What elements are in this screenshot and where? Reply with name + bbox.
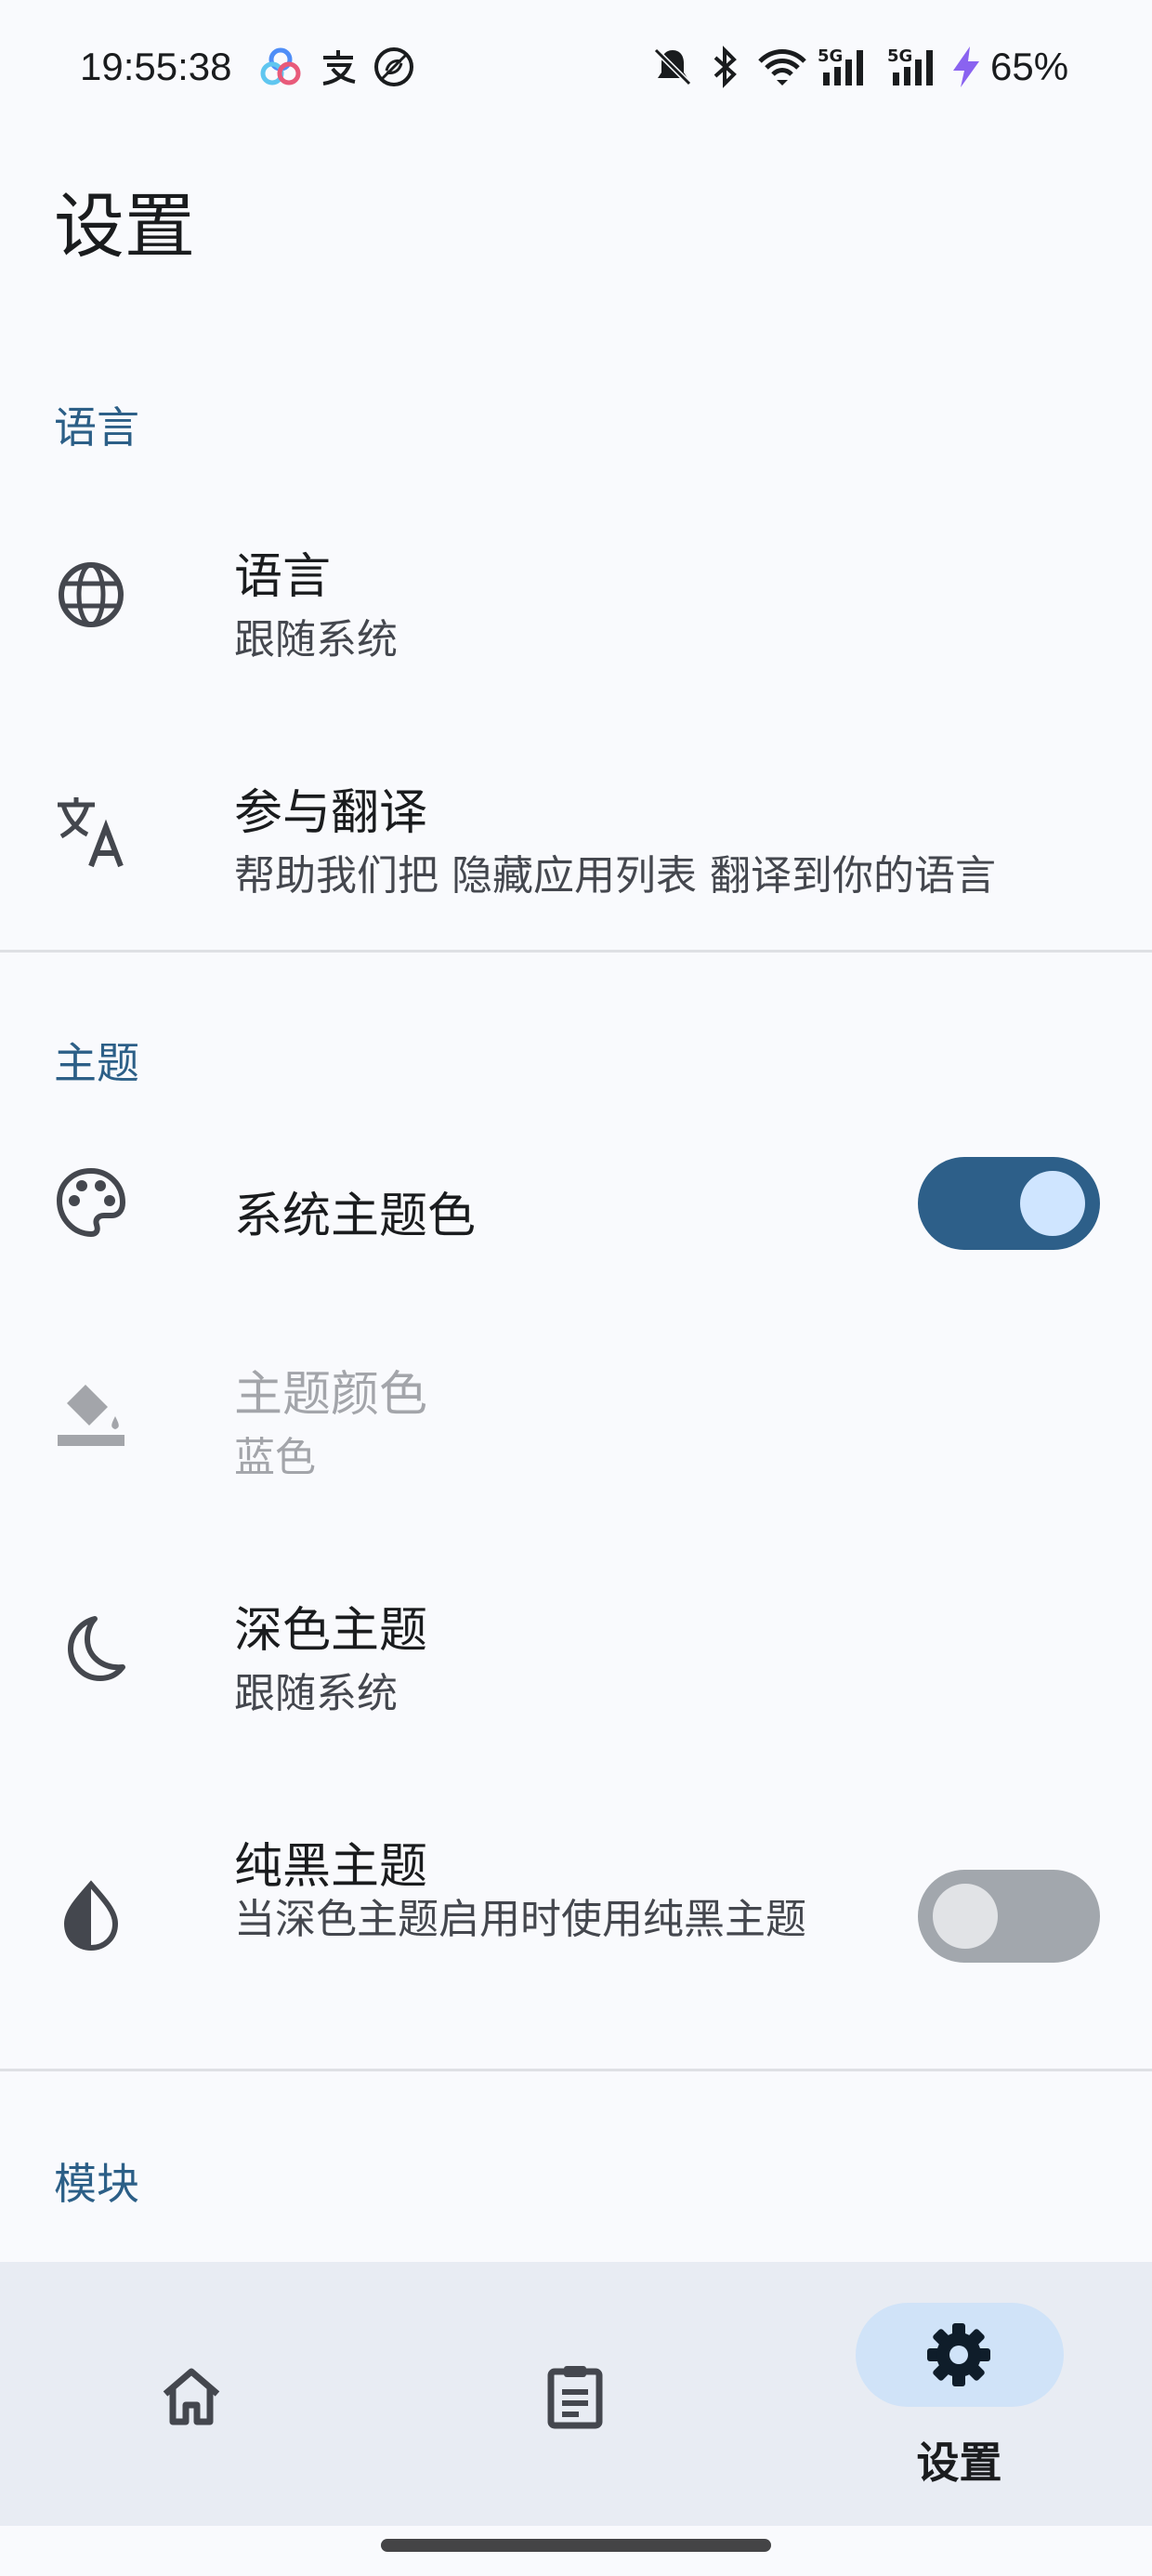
divider bbox=[0, 950, 1152, 953]
clipboard-icon bbox=[547, 2366, 603, 2429]
setting-system-theme-color[interactable]: 系统主题色 bbox=[0, 1134, 1152, 1273]
setting-subtitle: 帮助我们把 隐藏应用列表 翻译到你的语言 bbox=[234, 852, 996, 900]
setting-dark-theme[interactable]: 深色主题 跟随系统 bbox=[0, 1556, 1152, 1741]
nav-label: 设置 bbox=[916, 2438, 1002, 2488]
baidu-netdisk-icon bbox=[260, 47, 301, 85]
contrast-icon bbox=[63, 1880, 119, 1952]
gesture-bar bbox=[381, 2539, 771, 2552]
svg-text:5G: 5G bbox=[887, 46, 912, 66]
setting-title: 深色主题 bbox=[234, 1603, 428, 1659]
setting-subtitle: 跟随系统 bbox=[234, 616, 398, 664]
setting-title: 系统主题色 bbox=[234, 1189, 477, 1244]
alipay-icon bbox=[322, 50, 356, 85]
setting-title: 语言 bbox=[234, 549, 332, 605]
nav-logs[interactable] bbox=[384, 2262, 767, 2526]
bottom-navigation: 设置 bbox=[0, 2262, 1152, 2526]
section-header-language: 语言 bbox=[54, 402, 139, 453]
battery-percent: 65% bbox=[990, 45, 1069, 88]
home-icon bbox=[163, 2368, 220, 2425]
setting-subtitle: 当深色主题启用时使用纯黑主题 bbox=[234, 1896, 806, 1943]
mute-icon bbox=[653, 47, 692, 86]
signal-5g-icon: 5G bbox=[887, 46, 933, 85]
palette-icon bbox=[56, 1167, 126, 1238]
status-bar: 19:55:38 5G 5G 65% bbox=[0, 0, 1152, 139]
page-title: 设置 bbox=[54, 185, 195, 268]
setting-subtitle: 跟随系统 bbox=[234, 1670, 398, 1717]
signal-5g-icon: 5G bbox=[818, 46, 863, 85]
switch-knob bbox=[1020, 1171, 1085, 1236]
wifi-icon bbox=[758, 49, 806, 85]
setting-theme-color: 主题颜色 蓝色 bbox=[0, 1320, 1152, 1505]
setting-translate[interactable]: 参与翻译 帮助我们把 隐藏应用列表 翻译到你的语言 bbox=[0, 738, 1152, 924]
translate-icon bbox=[58, 797, 124, 868]
globe-icon bbox=[59, 562, 124, 627]
nav-home[interactable] bbox=[0, 2262, 384, 2526]
no-sync-icon bbox=[374, 47, 413, 86]
section-header-theme: 主题 bbox=[54, 1038, 139, 1088]
system-theme-color-switch[interactable] bbox=[918, 1157, 1100, 1250]
setting-pure-black-theme[interactable]: 纯黑主题 当深色主题启用时使用纯黑主题 bbox=[0, 1792, 1152, 2033]
bluetooth-icon bbox=[713, 46, 737, 88]
status-time: 19:55:38 bbox=[80, 45, 232, 88]
moon-icon bbox=[68, 1616, 125, 1681]
section-header-module: 模块 bbox=[54, 2159, 139, 2209]
divider bbox=[0, 2069, 1152, 2071]
gear-icon bbox=[927, 2323, 990, 2386]
svg-text:5G: 5G bbox=[818, 46, 843, 66]
paint-bucket-icon bbox=[58, 1385, 124, 1446]
nav-settings[interactable]: 设置 bbox=[767, 2262, 1151, 2526]
setting-subtitle: 蓝色 bbox=[234, 1434, 316, 1481]
pure-black-theme-switch[interactable] bbox=[918, 1870, 1100, 1963]
setting-title: 主题颜色 bbox=[234, 1367, 428, 1423]
switch-knob bbox=[933, 1884, 998, 1949]
setting-language[interactable]: 语言 跟随系统 bbox=[0, 502, 1152, 688]
setting-title: 参与翻译 bbox=[234, 785, 428, 841]
charging-icon bbox=[953, 46, 979, 87]
